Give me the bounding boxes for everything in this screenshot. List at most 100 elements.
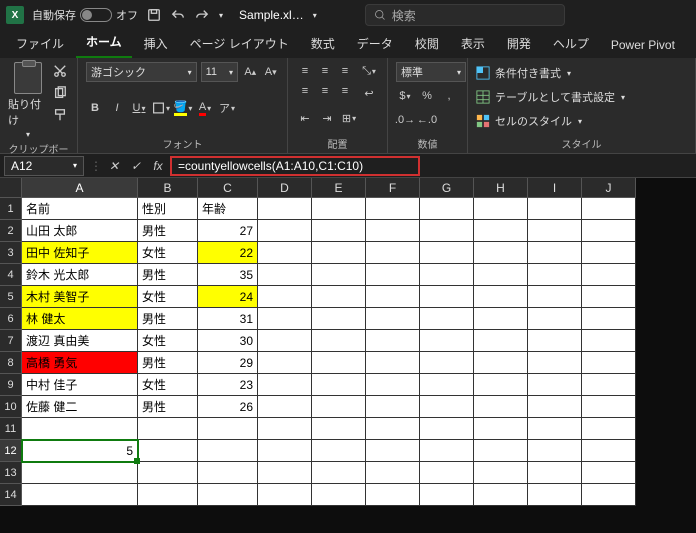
format-as-table-button[interactable]: テーブルとして書式設定▾: [476, 86, 687, 108]
row-header-10[interactable]: 10: [0, 396, 22, 418]
row-header-2[interactable]: 2: [0, 220, 22, 242]
col-header-J[interactable]: J: [582, 178, 636, 198]
cell-J13[interactable]: [582, 462, 636, 484]
format-painter-icon[interactable]: [51, 106, 69, 124]
tab-help[interactable]: ヘルプ: [543, 30, 599, 58]
tab-formulas[interactable]: 数式: [301, 30, 345, 58]
cell-A3[interactable]: 田中 佐知子: [22, 242, 138, 264]
cell-I2[interactable]: [528, 220, 582, 242]
increase-decimal-icon[interactable]: .0→: [396, 111, 414, 129]
cell-H11[interactable]: [474, 418, 528, 440]
cell-A2[interactable]: 山田 太郎: [22, 220, 138, 242]
search-input[interactable]: 検索: [365, 4, 565, 26]
cell-D2[interactable]: [258, 220, 312, 242]
cell-F6[interactable]: [366, 308, 420, 330]
col-header-H[interactable]: H: [474, 178, 528, 198]
cell-D10[interactable]: [258, 396, 312, 418]
cell-I6[interactable]: [528, 308, 582, 330]
cell-G4[interactable]: [420, 264, 474, 286]
cell-A6[interactable]: 林 健太: [22, 308, 138, 330]
worksheet[interactable]: ABCDEFGHIJ 1234567891011121314 名前性別年齢山田 …: [0, 178, 696, 533]
row-header-5[interactable]: 5: [0, 286, 22, 308]
cell-I5[interactable]: [528, 286, 582, 308]
cell-H12[interactable]: [474, 440, 528, 462]
cell-C6[interactable]: 31: [198, 308, 258, 330]
row-header-3[interactable]: 3: [0, 242, 22, 264]
undo-icon[interactable]: [170, 7, 186, 23]
cell-F13[interactable]: [366, 462, 420, 484]
cell-J14[interactable]: [582, 484, 636, 506]
cell-A9[interactable]: 中村 佳子: [22, 374, 138, 396]
cell-B8[interactable]: 男性: [138, 352, 198, 374]
cell-D12[interactable]: [258, 440, 312, 462]
conditional-format-button[interactable]: 条件付き書式▾: [476, 62, 687, 84]
cell-F10[interactable]: [366, 396, 420, 418]
percent-icon[interactable]: %: [418, 87, 436, 105]
cell-D4[interactable]: [258, 264, 312, 286]
tab-view[interactable]: 表示: [451, 30, 495, 58]
cell-F5[interactable]: [366, 286, 420, 308]
font-color-button[interactable]: A▾: [196, 99, 214, 117]
orientation-icon[interactable]: ⤡▾: [360, 62, 378, 80]
cell-A12[interactable]: 5: [22, 440, 138, 462]
phonetic-button[interactable]: ア▾: [218, 99, 236, 117]
cell-G9[interactable]: [420, 374, 474, 396]
border-button[interactable]: ▾: [152, 99, 170, 117]
cell-I14[interactable]: [528, 484, 582, 506]
align-left-icon[interactable]: ≡: [296, 82, 314, 100]
cell-C12[interactable]: [198, 440, 258, 462]
align-bottom-icon[interactable]: ≡: [336, 62, 354, 80]
cell-E10[interactable]: [312, 396, 366, 418]
cell-E12[interactable]: [312, 440, 366, 462]
cell-I10[interactable]: [528, 396, 582, 418]
col-header-I[interactable]: I: [528, 178, 582, 198]
cell-F9[interactable]: [366, 374, 420, 396]
cell-C7[interactable]: 30: [198, 330, 258, 352]
copy-icon[interactable]: [51, 84, 69, 102]
cancel-formula-icon[interactable]: ✕: [104, 156, 124, 176]
cell-E11[interactable]: [312, 418, 366, 440]
wrap-text-icon[interactable]: ↩: [360, 84, 378, 102]
font-name-combo[interactable]: 游ゴシック▾: [86, 62, 197, 82]
align-center-icon[interactable]: ≡: [316, 82, 334, 100]
cell-J4[interactable]: [582, 264, 636, 286]
col-header-E[interactable]: E: [312, 178, 366, 198]
cell-C9[interactable]: 23: [198, 374, 258, 396]
cell-F14[interactable]: [366, 484, 420, 506]
cell-styles-button[interactable]: セルのスタイル▾: [476, 110, 687, 132]
cell-E14[interactable]: [312, 484, 366, 506]
cell-A11[interactable]: [22, 418, 138, 440]
decrease-indent-icon[interactable]: ⇤: [296, 109, 314, 127]
cell-H4[interactable]: [474, 264, 528, 286]
cell-B2[interactable]: 男性: [138, 220, 198, 242]
col-header-G[interactable]: G: [420, 178, 474, 198]
cell-E13[interactable]: [312, 462, 366, 484]
currency-icon[interactable]: $▾: [396, 87, 414, 105]
tab-developer[interactable]: 開発: [497, 30, 541, 58]
cell-I4[interactable]: [528, 264, 582, 286]
cell-I11[interactable]: [528, 418, 582, 440]
cell-C11[interactable]: [198, 418, 258, 440]
cell-C3[interactable]: 22: [198, 242, 258, 264]
cell-H13[interactable]: [474, 462, 528, 484]
cell-J2[interactable]: [582, 220, 636, 242]
row-header-7[interactable]: 7: [0, 330, 22, 352]
cell-C13[interactable]: [198, 462, 258, 484]
cell-B10[interactable]: 男性: [138, 396, 198, 418]
cell-J12[interactable]: [582, 440, 636, 462]
cell-C5[interactable]: 24: [198, 286, 258, 308]
fx-icon[interactable]: fx: [148, 156, 168, 176]
cell-E9[interactable]: [312, 374, 366, 396]
cell-D11[interactable]: [258, 418, 312, 440]
cell-D9[interactable]: [258, 374, 312, 396]
cell-B14[interactable]: [138, 484, 198, 506]
cell-I13[interactable]: [528, 462, 582, 484]
cell-G8[interactable]: [420, 352, 474, 374]
cell-D14[interactable]: [258, 484, 312, 506]
cell-C1[interactable]: 年齢: [198, 198, 258, 220]
cell-H3[interactable]: [474, 242, 528, 264]
cell-I3[interactable]: [528, 242, 582, 264]
cell-F11[interactable]: [366, 418, 420, 440]
cell-F2[interactable]: [366, 220, 420, 242]
tab-home[interactable]: ホーム: [76, 28, 132, 58]
